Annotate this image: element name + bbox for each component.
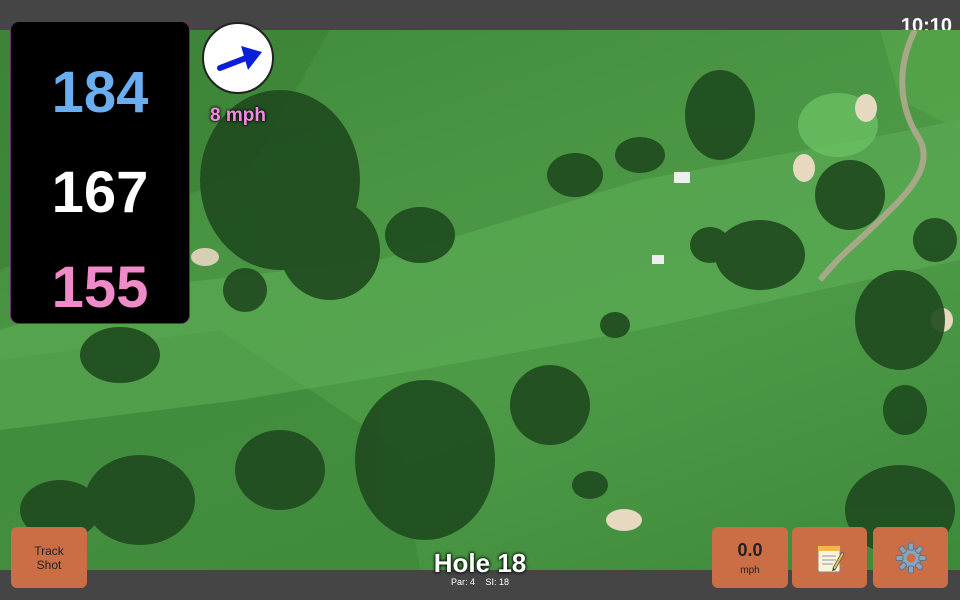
track-shot-button[interactable]: Track Shot (11, 527, 87, 588)
track-shot-label-line1: Track (34, 543, 64, 558)
notepad-icon (817, 545, 844, 572)
hole-par: Par: 4 (450, 577, 475, 587)
back-of-green-distance: 184 (51, 60, 149, 125)
gear-icon (895, 542, 926, 573)
arrow-northeast-icon (217, 46, 262, 71)
hole-stroke-index: SI: 18 (485, 577, 510, 587)
speed-button[interactable]: 0.0 mph (712, 527, 788, 588)
wind-direction-indicator (202, 22, 274, 94)
speed-value: 0.0 (737, 540, 763, 560)
hole-meta: Par: 4 SI: 18 (380, 577, 580, 587)
middle-of-green-distance: 167 (51, 160, 149, 225)
settings-button[interactable] (873, 527, 948, 588)
front-of-green-distance: 155 (51, 255, 149, 320)
scorecard-notes-button[interactable] (792, 527, 867, 588)
wind-speed: 8 mph (210, 105, 266, 126)
speed-unit: mph (740, 565, 760, 576)
hole-title: Hole 18 (433, 548, 527, 578)
track-shot-label-line2: Shot (36, 557, 62, 572)
distance-panel[interactable]: 184 167 155 (11, 22, 189, 323)
